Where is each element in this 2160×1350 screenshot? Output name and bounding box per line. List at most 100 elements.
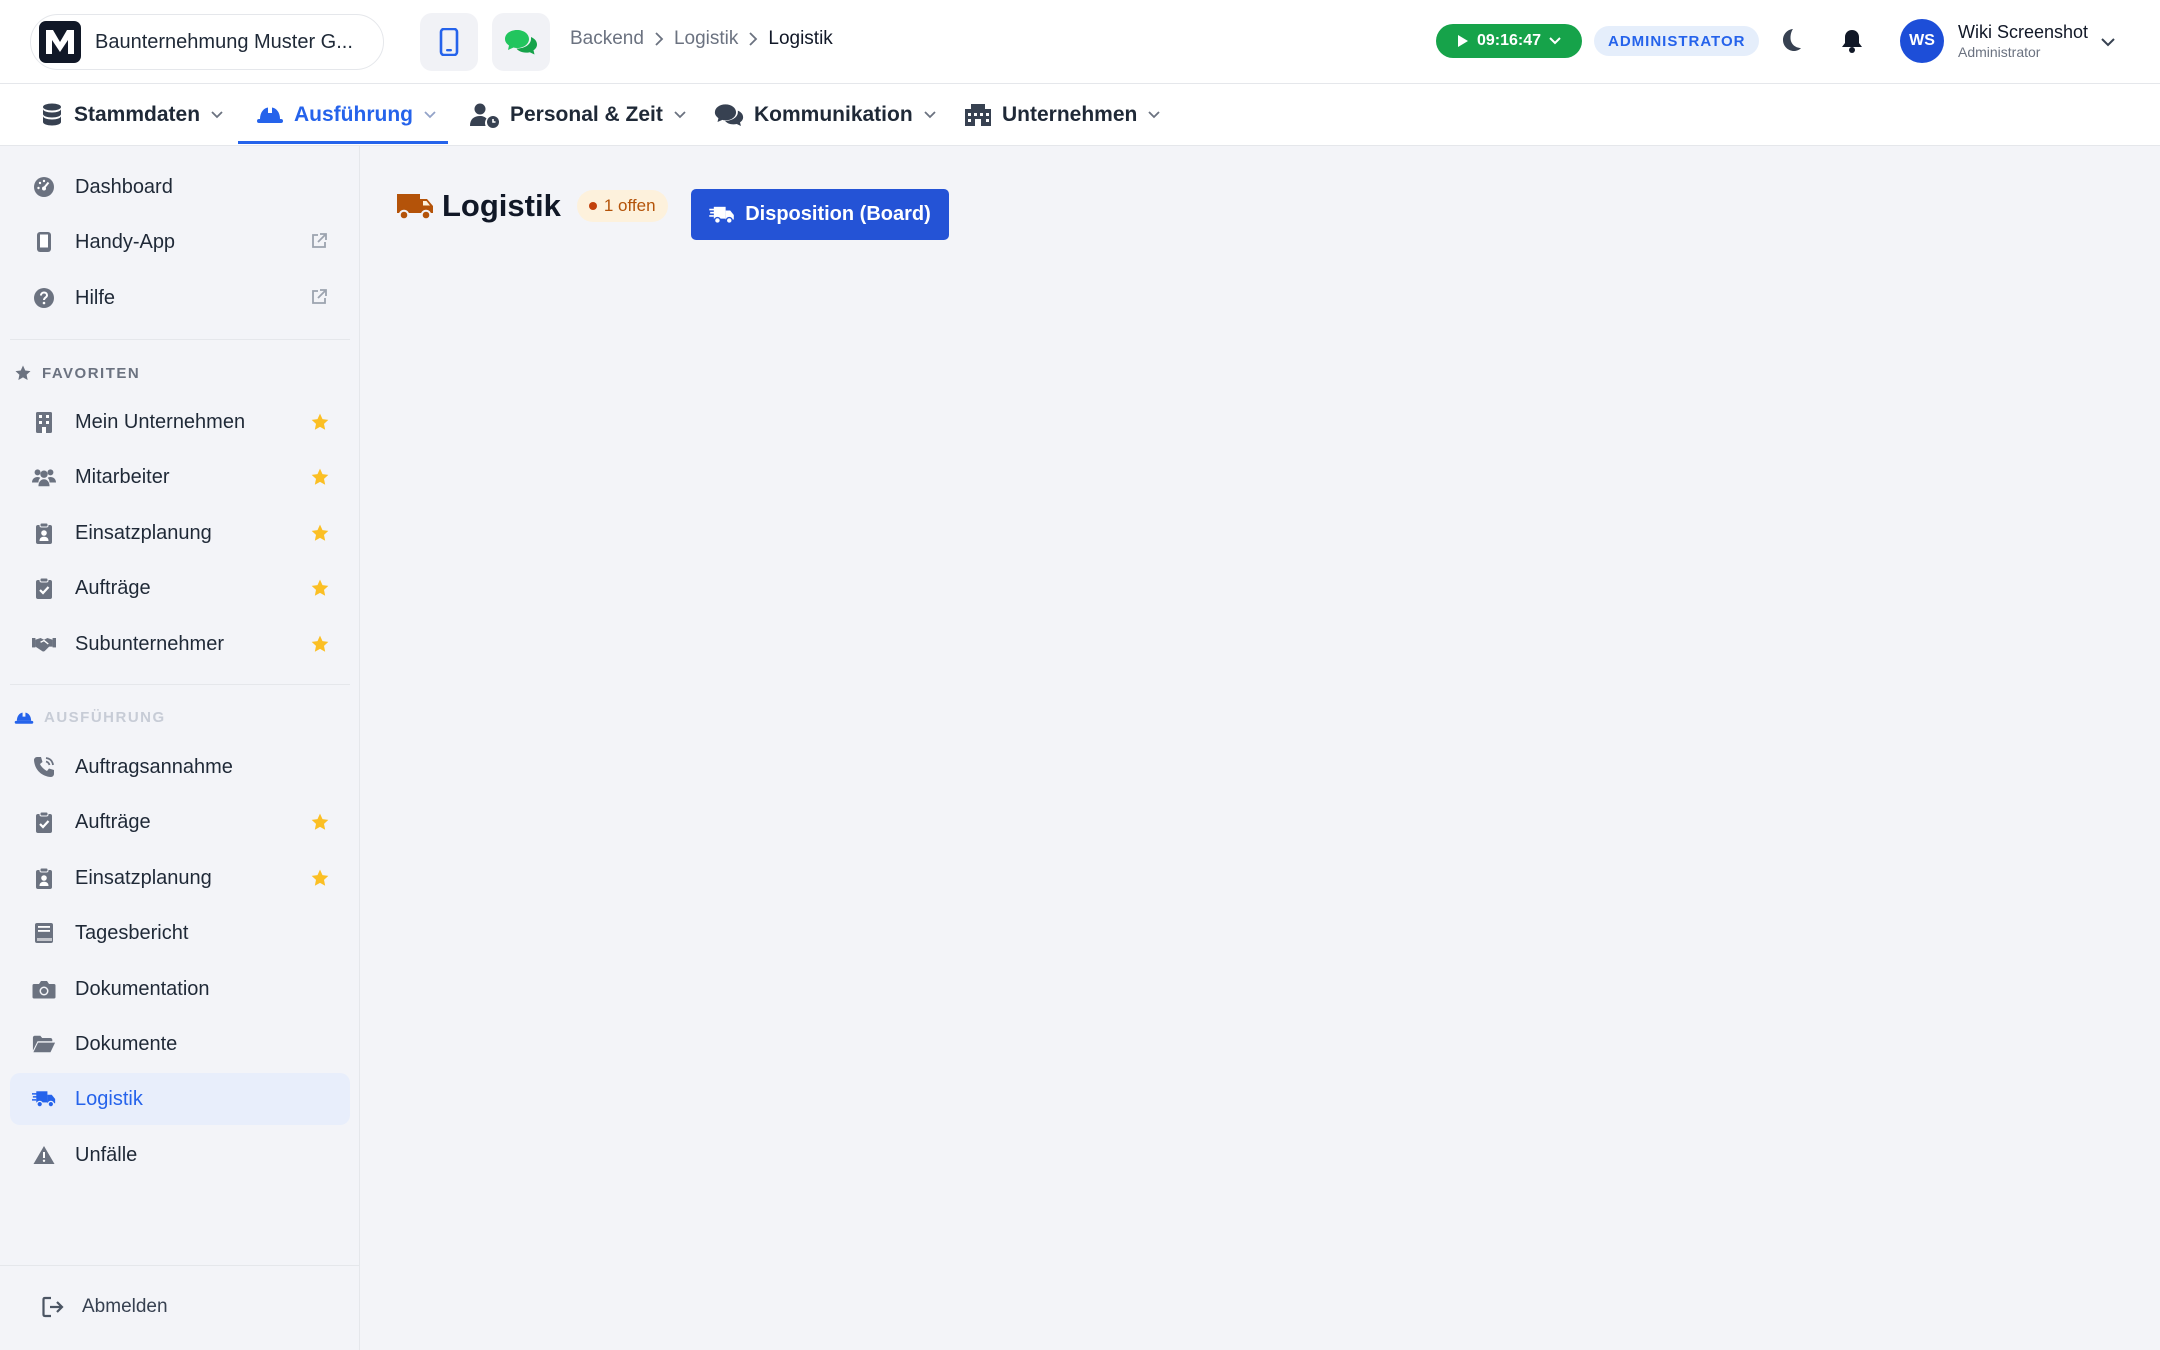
star-icon[interactable] [310, 412, 330, 437]
clipboard-check-icon [32, 810, 56, 834]
star-icon[interactable] [310, 578, 330, 603]
role-badge: ADMINISTRATOR [1594, 26, 1760, 56]
module-label: Stammdaten [74, 103, 201, 126]
sidebar-item-auftraege[interactable]: Aufträge [10, 796, 350, 848]
chevron-down-icon [424, 111, 436, 119]
camera-icon [32, 977, 56, 1001]
sidebar-item-label: Dashboard [75, 175, 173, 198]
sidebar-item-einsatzplanung[interactable]: Einsatzplanung [10, 852, 350, 904]
mobile-icon [32, 230, 56, 254]
user-menu-chevron-icon[interactable] [2100, 34, 2116, 52]
sidebar-item-mein-unternehmen[interactable]: Mein Unternehmen [10, 396, 350, 448]
comments-icon [714, 104, 744, 127]
notifications-button[interactable] [1840, 28, 1864, 59]
breadcrumb-item[interactable]: Backend [570, 28, 644, 50]
time-tracker[interactable]: 09:16:47 [1436, 24, 1582, 58]
sidebar-item-unfaelle[interactable]: Unfälle [10, 1129, 350, 1181]
warning-icon [32, 1143, 56, 1167]
chevron-down-icon [924, 111, 936, 119]
star-icon[interactable] [310, 812, 330, 837]
external-link-icon [310, 288, 328, 311]
sidebar-item-subunternehmer[interactable]: Subunternehmer [10, 618, 350, 670]
sidebar-item-label: Mitarbeiter [75, 465, 170, 488]
sidebar-item-label: Aufträge [75, 576, 151, 599]
section-title: FAVORITEN [42, 364, 141, 382]
sidebar-item-dokumente[interactable]: Dokumente [10, 1018, 350, 1070]
status-badge: 1 offen [576, 190, 668, 222]
database-icon [43, 103, 61, 126]
star-icon[interactable] [310, 523, 330, 548]
truck-fast-icon [709, 206, 735, 224]
breadcrumb-item[interactable]: Logistik [674, 28, 738, 50]
active-module-indicator [238, 141, 448, 144]
star-icon[interactable] [310, 467, 330, 492]
module-personal-zeit[interactable]: Personal & Zeit [470, 84, 687, 146]
module-stammdaten[interactable]: Stammdaten [40, 84, 224, 146]
building-icon [965, 104, 991, 126]
breadcrumb-current: Logistik [768, 28, 833, 49]
module-ausfuehrung[interactable]: Ausführung [256, 84, 437, 146]
sidebar-item-handy-app[interactable]: Handy-App [10, 216, 350, 268]
module-label: Ausführung [294, 103, 413, 126]
avatar[interactable]: WS [1900, 19, 1944, 63]
sidebar-item-auftragsannahme[interactable]: Auftragsannahme [10, 741, 350, 793]
divider [0, 1265, 360, 1266]
external-link-icon [310, 232, 328, 255]
status-badge-label: 1 offen [603, 196, 656, 215]
sidebar-item-label: Tagesbericht [75, 921, 189, 944]
company-name: Baunternehmung Muster G... [95, 30, 353, 53]
chevron-down-icon [1148, 111, 1160, 119]
mobile-app-button[interactable] [420, 13, 478, 71]
logout-button[interactable]: Abmelden [42, 1296, 168, 1318]
mobile-icon [439, 28, 459, 56]
sidebar-item-label: Einsatzplanung [75, 521, 212, 544]
module-unternehmen[interactable]: Unternehmen [964, 84, 1161, 146]
book-icon [32, 921, 56, 945]
truck-fast-icon [32, 1087, 56, 1111]
company-switcher[interactable]: Baunternehmung Muster G... [30, 14, 384, 70]
comments-icon [505, 30, 537, 55]
star-icon[interactable] [310, 634, 330, 659]
hardhat-icon [257, 107, 283, 123]
folder-open-icon [32, 1032, 56, 1056]
sidebar-item-dokumentation[interactable]: Dokumentation [10, 963, 350, 1015]
ausfuehrung-heading: AUSFÜHRUNG [14, 709, 166, 726]
phone-icon [32, 755, 56, 779]
page-header: Logistik 1 offen [396, 188, 668, 224]
sidebar-item-label: Logistik [75, 1087, 143, 1110]
chat-button[interactable] [492, 13, 550, 71]
sidebar-item-auftraege[interactable]: Aufträge [10, 562, 350, 614]
sidebar-item-einsatzplanung[interactable]: Einsatzplanung [10, 507, 350, 559]
sidebar-item-dashboard[interactable]: Dashboard [10, 161, 350, 213]
chevron-right-icon [654, 32, 664, 46]
sidebar-item-label: Einsatzplanung [75, 866, 212, 889]
building-icon [32, 410, 56, 434]
sidebar-item-hilfe[interactable]: Hilfe [10, 272, 350, 324]
sidebar-item-mitarbeiter[interactable]: Mitarbeiter [10, 451, 350, 503]
sidebar-item-logistik[interactable]: Logistik [10, 1073, 350, 1125]
sidebar-item-label: Handy-App [75, 230, 176, 253]
user-name[interactable]: Wiki Screenshot [1958, 22, 2088, 43]
sidebar-item-label: Subunternehmer [75, 632, 224, 655]
section-title: AUSFÜHRUNG [44, 709, 166, 726]
module-label: Personal & Zeit [510, 103, 663, 126]
sidebar-item-label: Unfälle [75, 1143, 138, 1166]
sidebar-item-tagesbericht[interactable]: Tagesbericht [10, 907, 350, 959]
module-kommunikation[interactable]: Kommunikation [714, 84, 937, 146]
truck-icon [397, 194, 433, 221]
sidebar-item-label: Mein Unternehmen [75, 410, 246, 433]
chevron-down-icon [674, 111, 686, 119]
sidebar-item-label: Auftragsannahme [75, 755, 233, 778]
sidebar-item-label: Aufträge [75, 810, 151, 833]
star-icon[interactable] [310, 868, 330, 893]
status-dot [588, 202, 597, 210]
disposition-board-button[interactable]: Disposition (Board) [691, 189, 949, 240]
dark-mode-toggle[interactable] [1778, 26, 1804, 59]
gauge-icon [32, 175, 56, 199]
sidebar-item-label: Dokumentation [75, 977, 210, 1000]
logout-icon [42, 1296, 64, 1318]
clipboard-user-icon [32, 521, 56, 545]
chevron-down-icon [1549, 37, 1561, 45]
users-icon [32, 465, 56, 489]
divider [10, 339, 350, 340]
